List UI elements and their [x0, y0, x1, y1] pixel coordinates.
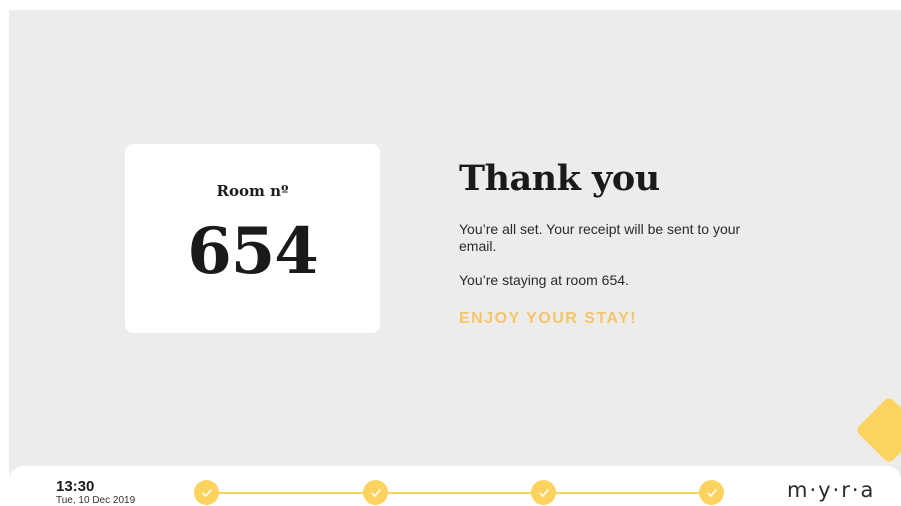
progress-step-4 — [699, 480, 724, 505]
side-tab-handle[interactable] — [855, 396, 901, 464]
check-icon — [538, 488, 549, 497]
clock-time: 13:30 — [56, 478, 95, 495]
check-icon — [370, 488, 381, 497]
clock: 13:30 Tue, 10 Dec 2019 — [56, 479, 135, 506]
progress-step-3 — [531, 480, 556, 505]
page-title: Thank you — [459, 158, 660, 199]
check-icon — [201, 488, 212, 497]
myra-logo: m·y·r·a — [787, 478, 876, 502]
main-screen: Room nº 654 Thank you You’re all set. Yo… — [9, 10, 901, 506]
progress-step-1 — [194, 480, 219, 505]
progress-track — [215, 492, 715, 494]
receipt-message: You’re all set. Your receipt will be sen… — [459, 221, 741, 254]
room-label: Room nº — [216, 182, 289, 200]
enjoy-stay-text: ENJOY YOUR STAY! — [459, 310, 638, 327]
progress-step-2 — [363, 480, 388, 505]
footer-bar: 13:30 Tue, 10 Dec 2019 m·y·r·a — [9, 466, 901, 506]
room-message: You’re staying at room 654. — [459, 272, 629, 288]
check-icon — [706, 488, 717, 497]
clock-date: Tue, 10 Dec 2019 — [56, 495, 136, 506]
confirmation-content: Thank you You’re all set. Your receipt w… — [459, 158, 789, 328]
room-card: Room nº 654 — [125, 144, 380, 333]
room-number: 654 — [187, 214, 319, 289]
